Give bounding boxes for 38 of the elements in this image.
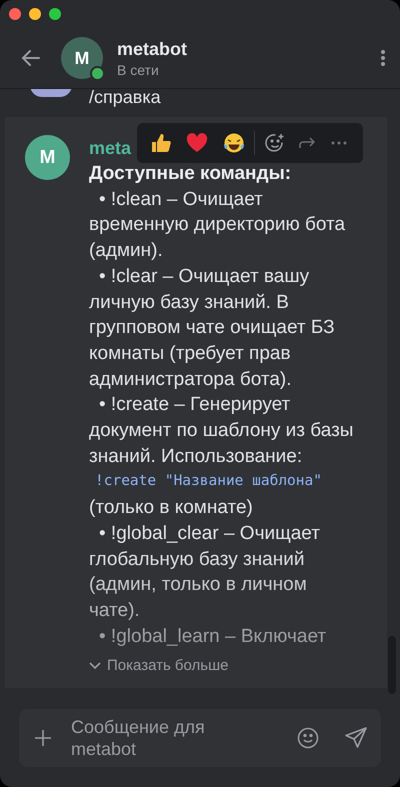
close-window-button[interactable] <box>9 8 21 20</box>
smiley-plus-icon <box>264 133 285 153</box>
message-title: Доступные команды: <box>89 162 292 186</box>
show-more-link[interactable]: Показать больше <box>89 657 228 674</box>
forward-arrow-icon <box>298 137 315 149</box>
back-arrow-icon <box>20 47 42 69</box>
attach-button[interactable] <box>35 730 51 746</box>
more-menu-button[interactable] <box>380 49 386 67</box>
emoji-button[interactable] <box>297 727 319 749</box>
message-text: /справка <box>89 89 161 108</box>
sender-name: meta <box>89 137 132 160</box>
status-text: В сети <box>117 62 160 78</box>
send-button[interactable] <box>345 727 367 749</box>
thumbs-up-icon <box>149 131 174 155</box>
scrollbar[interactable] <box>388 636 396 694</box>
avatar: M <box>25 135 70 180</box>
command-item: • !global_clear – Очищает глобальную базу знаний (админ, только в личном чате). <box>89 522 321 623</box>
command-item: • !clean – Очищает временную директорию бота (админ). <box>89 188 346 264</box>
zoom-window-button[interactable] <box>49 8 61 20</box>
command-item: • !clear – Очищает вашу личную базу знаний. В групповом чате очищает БЗ комнаты (требует прав администратора бота). <box>89 264 336 392</box>
code-snippet: !create "Название шаблона" <box>94 472 323 492</box>
laughing-face-icon <box>222 132 246 154</box>
heart-icon <box>186 133 208 153</box>
command-item: • !global_learn – Включает <box>98 624 328 649</box>
smiley-icon <box>297 727 319 749</box>
back-button[interactable] <box>20 47 42 69</box>
command-item: • !create – Генерирует документ по шаблону из базы знаний. Использование: <box>89 393 354 469</box>
chevron-down-icon <box>89 662 101 670</box>
message-composer[interactable]: Сообщение для metabot <box>19 709 381 767</box>
contact-name: metabot <box>117 38 188 60</box>
more-icon <box>380 49 386 67</box>
avatar: M <box>61 37 103 79</box>
more-icon <box>330 141 347 145</box>
send-icon <box>345 727 367 749</box>
plus-icon <box>35 730 51 746</box>
command-note: (только в комнате) <box>89 496 254 520</box>
minimize-window-button[interactable] <box>29 8 41 20</box>
message-input[interactable]: Сообщение для metabot <box>71 716 271 760</box>
